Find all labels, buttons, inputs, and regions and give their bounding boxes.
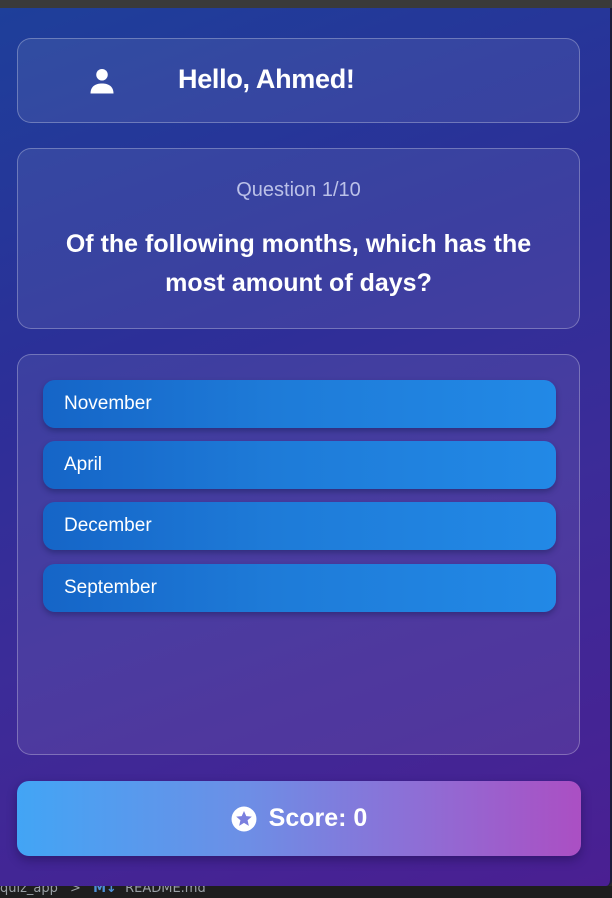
answer-option-april[interactable]: April <box>43 441 556 489</box>
breadcrumb-separator: > <box>70 886 81 896</box>
question-text: Of the following months, which has the m… <box>65 230 532 297</box>
question-counter: Question 1/10 <box>236 179 361 201</box>
breadcrumb-file[interactable]: README.md <box>125 886 206 896</box>
answer-option-november[interactable]: November <box>43 380 556 428</box>
answers-card: November April December September <box>17 354 580 755</box>
breadcrumb-folder[interactable]: quiz_app <box>0 886 58 896</box>
editor-status-bar: quiz_app > M↓ README.md <box>0 886 612 898</box>
answer-option-september[interactable]: September <box>43 564 556 612</box>
question-card: Question 1/10 Of the following months, w… <box>17 148 580 329</box>
window-top-edge <box>0 0 612 8</box>
quiz-app-window: Hello, Ahmed! Question 1/10 Of the follo… <box>0 8 612 886</box>
answer-option-december[interactable]: December <box>43 502 556 550</box>
greeting-text: Hello, Ahmed! <box>178 64 355 94</box>
score-text: Score: 0 <box>268 804 368 832</box>
star-badge-icon <box>231 806 257 831</box>
person-icon <box>90 69 114 94</box>
greeting-card: Hello, Ahmed! <box>17 38 580 123</box>
score-bar: Score: 0 <box>17 781 581 856</box>
markdown-file-icon: M↓ <box>93 886 117 896</box>
